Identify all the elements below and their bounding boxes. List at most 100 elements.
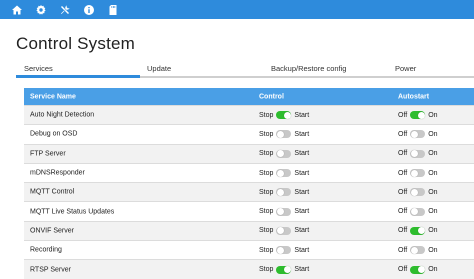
service-name: Recording bbox=[30, 246, 62, 254]
off-label: Off bbox=[398, 150, 408, 158]
autostart-switch-group: Off On bbox=[398, 246, 438, 255]
on-label: On bbox=[428, 266, 438, 274]
toggle-knob bbox=[276, 150, 284, 158]
autostart-toggle[interactable] bbox=[410, 188, 426, 197]
toggle-knob bbox=[417, 111, 425, 119]
off-label: Off bbox=[398, 111, 408, 119]
on-label: On bbox=[428, 208, 438, 216]
toggle-knob bbox=[417, 266, 425, 274]
service-name: Debug on OSD bbox=[30, 130, 78, 138]
table-row: Debug on OSD Stop Start Off On bbox=[24, 124, 474, 144]
autostart-switch-group: Off On bbox=[398, 111, 438, 120]
table-row: MQTT Live Status Updates Stop Start Off On bbox=[24, 201, 474, 221]
autostart-toggle[interactable] bbox=[410, 246, 426, 255]
autostart-toggle[interactable] bbox=[410, 149, 426, 158]
toggle-knob bbox=[410, 169, 418, 177]
autostart-switch-group: Off On bbox=[398, 207, 438, 216]
start-label: Start bbox=[294, 266, 310, 274]
start-label: Start bbox=[294, 150, 310, 158]
control-toggle[interactable] bbox=[276, 226, 292, 235]
off-label: Off bbox=[398, 169, 408, 177]
tools-icon[interactable] bbox=[53, 0, 77, 19]
control-toggle[interactable] bbox=[276, 149, 292, 158]
toggle-knob bbox=[410, 130, 418, 138]
autostart-toggle[interactable] bbox=[410, 265, 426, 274]
off-label: Off bbox=[398, 188, 408, 196]
control-toggle[interactable] bbox=[276, 130, 292, 139]
toggle-knob bbox=[410, 208, 418, 216]
column-header-control: Control bbox=[259, 93, 284, 100]
control-switch-group: Stop Start bbox=[259, 111, 310, 120]
autostart-toggle[interactable] bbox=[410, 169, 426, 178]
control-switch-group: Stop Start bbox=[259, 149, 310, 158]
control-switch-group: Stop Start bbox=[259, 265, 310, 274]
info-icon[interactable] bbox=[77, 0, 101, 19]
table-row: mDNSResponder Stop Start Off On bbox=[24, 162, 474, 183]
toggle-knob bbox=[276, 130, 284, 138]
stop-label: Stop bbox=[259, 150, 274, 158]
service-name: Auto Night Detection bbox=[30, 111, 95, 119]
service-name: FTP Server bbox=[30, 150, 66, 158]
stop-label: Stop bbox=[259, 130, 274, 138]
autostart-toggle[interactable] bbox=[410, 207, 426, 216]
off-label: Off bbox=[398, 246, 408, 254]
toggle-knob bbox=[283, 266, 291, 274]
off-label: Off bbox=[398, 227, 408, 235]
autostart-toggle[interactable] bbox=[410, 226, 426, 235]
toggle-knob bbox=[276, 246, 284, 254]
stop-label: Stop bbox=[259, 169, 274, 177]
tab-power[interactable]: Power bbox=[395, 64, 416, 73]
on-label: On bbox=[428, 188, 438, 196]
control-toggle[interactable] bbox=[276, 207, 292, 216]
toggle-knob bbox=[283, 111, 291, 119]
toggle-knob bbox=[417, 227, 425, 235]
on-label: On bbox=[428, 227, 438, 235]
off-label: Off bbox=[398, 130, 408, 138]
on-label: On bbox=[428, 169, 438, 177]
tab-update[interactable]: Update bbox=[147, 64, 171, 73]
table-row: Recording Stop Start Off On bbox=[24, 240, 474, 260]
active-tab-indicator bbox=[16, 75, 140, 78]
off-label: Off bbox=[398, 208, 408, 216]
autostart-switch-group: Off On bbox=[398, 188, 438, 197]
toggle-knob bbox=[276, 169, 284, 177]
control-toggle[interactable] bbox=[276, 265, 292, 274]
stop-label: Stop bbox=[259, 111, 274, 119]
control-toggle[interactable] bbox=[276, 169, 292, 178]
column-header-service-name: Service Name bbox=[30, 93, 76, 100]
table-row: RTSP Server Stop Start Off On bbox=[24, 259, 474, 279]
stop-label: Stop bbox=[259, 227, 274, 235]
home-icon[interactable] bbox=[5, 0, 29, 19]
start-label: Start bbox=[294, 111, 310, 119]
on-label: On bbox=[428, 246, 438, 254]
stop-label: Stop bbox=[259, 246, 274, 254]
table-row: Auto Night Detection Stop Start Off On bbox=[24, 105, 474, 125]
start-label: Start bbox=[294, 169, 310, 177]
stop-label: Stop bbox=[259, 188, 274, 196]
toggle-knob bbox=[410, 246, 418, 254]
service-name: mDNSResponder bbox=[30, 169, 85, 177]
control-switch-group: Stop Start bbox=[259, 207, 310, 216]
autostart-switch-group: Off On bbox=[398, 265, 438, 274]
off-label: Off bbox=[398, 266, 408, 274]
service-name: RTSP Server bbox=[30, 266, 71, 274]
autostart-switch-group: Off On bbox=[398, 130, 438, 139]
toggle-knob bbox=[276, 188, 284, 196]
toggle-knob bbox=[276, 227, 284, 235]
start-label: Start bbox=[294, 246, 310, 254]
tab-services[interactable]: Services bbox=[24, 64, 53, 73]
toggle-knob bbox=[410, 188, 418, 196]
control-toggle[interactable] bbox=[276, 188, 292, 197]
gear-icon[interactable] bbox=[29, 0, 53, 19]
autostart-switch-group: Off On bbox=[398, 169, 438, 178]
sd-card-icon[interactable] bbox=[101, 0, 125, 19]
tab-backup-restore-config[interactable]: Backup/Restore config bbox=[271, 64, 346, 73]
autostart-toggle[interactable] bbox=[410, 111, 426, 120]
stop-label: Stop bbox=[259, 266, 274, 274]
start-label: Start bbox=[294, 208, 310, 216]
control-toggle[interactable] bbox=[276, 246, 292, 255]
control-toggle[interactable] bbox=[276, 111, 292, 120]
autostart-toggle[interactable] bbox=[410, 130, 426, 139]
autostart-switch-group: Off On bbox=[398, 226, 438, 235]
start-label: Start bbox=[294, 130, 310, 138]
